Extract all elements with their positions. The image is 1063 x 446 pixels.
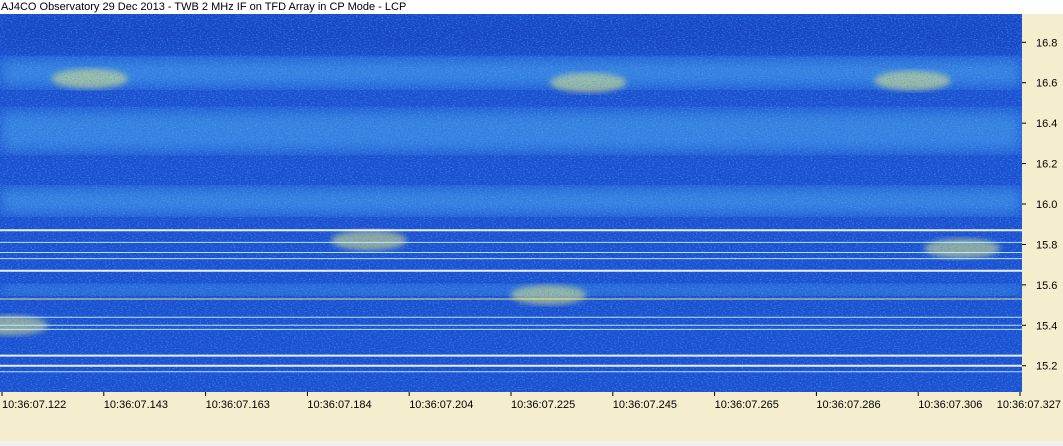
x-tick-label: 10:36:07.184 (307, 399, 371, 411)
x-tick-label: 10:36:07.245 (613, 399, 677, 411)
chart-title: AJ4CO Observatory 29 Dec 2013 - TWB 2 MH… (1, 1, 407, 13)
time-axis-canvas: 10:36:07.122 10:36:07.143 10:36:07.163 10:3… (1, 392, 1061, 411)
x-tick-label: 10:36:07.306 (918, 399, 982, 411)
x-tick-label: 10:36:07.163 (206, 399, 270, 411)
y-tick-label: 16.2 (1036, 159, 1057, 171)
y-tick-label: 15.8 (1036, 239, 1057, 251)
spectrogram-plot (0, 14, 1022, 392)
window-title-bar: AJ4CO Observatory 29 Dec 2013 - TWB 2 MH… (0, 0, 1063, 14)
x-tick-label: 10:36:07.286 (816, 399, 880, 411)
spectrogram-canvas (0, 14, 1022, 392)
y-tick-label: 16.0 (1036, 199, 1057, 211)
frequency-axis: 15.2 15.4 15.6 15.8 16.0 16.2 16.4 16.6 16.8 (1022, 14, 1063, 392)
y-tick-label: 16.4 (1036, 118, 1057, 130)
time-axis: 10:36:07.122 10:36:07.143 10:36:07.163 10:3… (0, 392, 1063, 441)
y-tick-label: 15.4 (1036, 320, 1057, 332)
y-tick-label: 15.2 (1036, 361, 1057, 373)
x-tick-label: 10:36:07.265 (715, 399, 779, 411)
x-tick-label: 10:36:07.143 (104, 399, 168, 411)
y-tick-label: 15.6 (1036, 280, 1057, 292)
frequency-axis-canvas: 15.2 15.4 15.6 15.8 16.0 16.2 16.4 16.6 16.8 (1022, 37, 1057, 373)
noise-texture-dark (0, 14, 1022, 392)
x-tick-label: 10:36:07.204 (409, 399, 473, 411)
y-tick-label: 16.6 (1036, 78, 1057, 90)
x-tick-label: 10:36:07.122 (2, 399, 66, 411)
x-tick-label: 10:36:07.327 (997, 399, 1061, 411)
y-tick-label: 16.8 (1036, 37, 1057, 49)
x-tick-label: 10:36:07.225 (511, 399, 575, 411)
